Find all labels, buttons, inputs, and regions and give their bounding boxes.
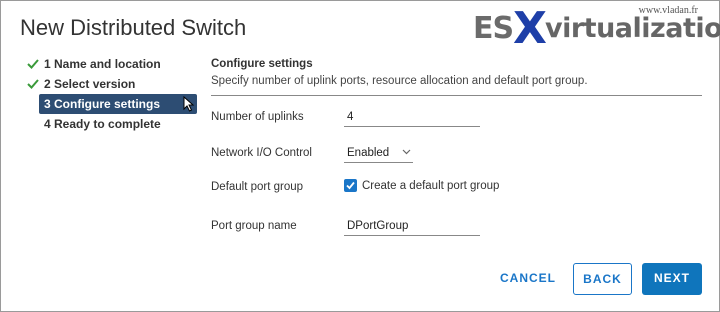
nioc-value: Enabled: [347, 147, 390, 159]
step-name-and-location[interactable]: 1 Name and location: [25, 54, 197, 74]
section-title: Configure settings: [211, 58, 313, 70]
step-label: 3 Configure settings: [44, 97, 161, 111]
nioc-select[interactable]: Enabled: [344, 144, 413, 163]
check-icon: [27, 79, 39, 89]
watermark-es: ES: [473, 11, 514, 46]
chevron-down-icon: [402, 149, 411, 155]
watermark-logo: www.vladan.fr ES X virtualization: [471, 1, 720, 54]
mouse-cursor-icon: [183, 96, 195, 112]
step-select-version[interactable]: 2 Select version: [25, 74, 197, 94]
step-label: 2 Select version: [44, 77, 136, 91]
step-label: 1 Name and location: [44, 57, 161, 71]
pg-name-label: Port group name: [211, 220, 297, 232]
wizard-steps: 1 Name and location 2 Select version 3 C…: [25, 54, 197, 134]
uplinks-input[interactable]: 4: [344, 108, 480, 127]
next-button[interactable]: NEXT: [642, 263, 702, 295]
nioc-label: Network I/O Control: [211, 147, 312, 159]
watermark-rest: virtualization: [545, 13, 720, 44]
step-configure-settings[interactable]: 3 Configure settings: [39, 94, 197, 114]
cancel-button[interactable]: CANCEL: [493, 263, 563, 293]
default-pg-checkbox[interactable]: [344, 179, 357, 192]
check-icon: [27, 59, 39, 69]
section-description: Specify number of uplink ports, resource…: [211, 75, 588, 87]
back-button[interactable]: BACK: [573, 263, 632, 295]
pg-name-input[interactable]: DPortGroup: [344, 217, 480, 236]
dialog-title: New Distributed Switch: [20, 15, 247, 40]
section-divider: [211, 95, 702, 96]
step-label: 4 Ready to complete: [44, 117, 161, 131]
new-distributed-switch-dialog: New Distributed Switch www.vladan.fr ES …: [0, 0, 720, 312]
default-pg-checkbox-label[interactable]: Create a default port group: [362, 180, 499, 192]
checkmark-icon: [346, 181, 355, 190]
default-pg-label: Default port group: [211, 181, 304, 193]
uplinks-label: Number of uplinks: [211, 111, 304, 123]
step-ready-to-complete[interactable]: 4 Ready to complete: [25, 114, 197, 134]
watermark-x: X: [513, 3, 547, 54]
configure-settings-pane: Configure settings Specify number of upl…: [211, 58, 702, 236]
